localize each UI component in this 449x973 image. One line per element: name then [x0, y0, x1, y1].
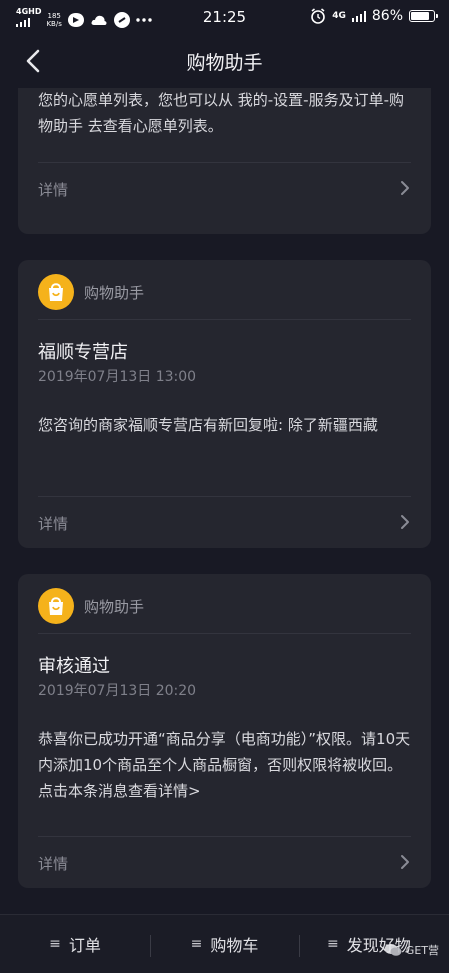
tab-cart[interactable]: ≡ 购物车	[150, 915, 299, 973]
shopping-bag-icon	[38, 274, 74, 310]
message-title: 审核通过	[38, 656, 110, 677]
tab-label: 订单	[68, 936, 101, 955]
menu-lines-icon: ≡	[327, 936, 339, 952]
battery-percent: 86%	[371, 8, 403, 24]
wechat-watermark: GET营	[384, 942, 439, 958]
message-card: 购物助手 审核通过 2019年07月13日 20:20 恭喜你已成功开通“商品分…	[18, 574, 431, 888]
detail-label: 详情	[38, 855, 69, 873]
message-card: 购物助手 福顺专营店 2019年07月13日 13:00 您咨询的商家福顺专营店…	[18, 260, 431, 548]
message-title: 福顺专营店	[38, 342, 128, 363]
app-name: 购物助手	[84, 284, 145, 302]
detail-row[interactable]: 详情	[38, 496, 411, 548]
detail-row[interactable]: 详情	[38, 162, 411, 215]
wechat-icon	[384, 944, 402, 956]
message-time: 2019年07月13日 20:20	[38, 683, 197, 699]
message-body: 油乳安呆顺顺滑完洗护发系15ml加入心愿单，点击查看您的心愿单列表，您也可以从 …	[38, 91, 405, 135]
watermark-text: GET营	[405, 944, 439, 957]
bottom-tab-bar: ≡ 订单 ≡ 购物车 ≡ 发现好物	[0, 914, 449, 973]
message-body: 恭喜你已成功开通“商品分享（电商功能）”权限。请10天内添加10个商品至个人商品…	[38, 730, 411, 800]
detail-row[interactable]: 详情	[38, 836, 411, 888]
battery-icon	[409, 10, 438, 22]
chevron-right-icon	[401, 181, 409, 195]
page-title: 购物助手	[186, 52, 263, 74]
message-body: 您咨询的商家福顺专营店有新回复啦: 除了新疆西藏	[38, 416, 378, 434]
card-header: 购物助手	[38, 274, 411, 320]
battery-level	[411, 12, 430, 20]
tab-label: 购物车	[210, 936, 259, 955]
status-right: 4G 86%	[310, 8, 438, 24]
menu-lines-icon: ≡	[49, 936, 61, 952]
navigation-bar: 购物助手	[0, 34, 449, 88]
app-name: 购物助手	[84, 598, 145, 616]
detail-label: 详情	[38, 515, 69, 533]
alarm-icon	[311, 8, 326, 24]
detail-label: 详情	[38, 181, 69, 199]
signal-bars-icon	[351, 10, 366, 22]
right-network-type: 4G	[332, 11, 346, 21]
message-list[interactable]: 油乳安呆顺顺滑完洗护发系15ml加入心愿单，点击查看您的心愿单列表，您也可以从 …	[0, 88, 449, 914]
message-card: 油乳安呆顺顺滑完洗护发系15ml加入心愿单，点击查看您的心愿单列表，您也可以从 …	[18, 88, 431, 234]
card-header: 购物助手	[38, 588, 411, 634]
chevron-right-icon	[401, 855, 409, 869]
tab-orders[interactable]: ≡ 订单	[0, 915, 150, 973]
status-bar: 4GHD 185 KB/s 21:25 4G 86%	[0, 0, 449, 34]
menu-lines-icon: ≡	[190, 936, 203, 952]
message-time: 2019年07月13日 13:00	[38, 369, 197, 385]
chevron-right-icon	[401, 515, 409, 529]
shopping-bag-icon	[38, 588, 74, 624]
